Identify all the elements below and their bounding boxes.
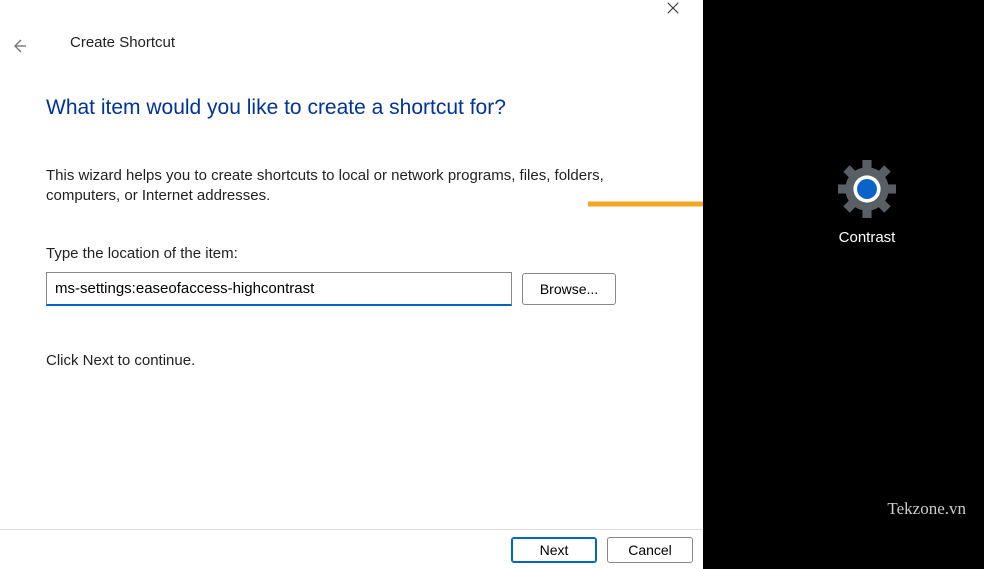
cancel-button[interactable]: Cancel — [607, 537, 693, 563]
location-row: Browse... — [46, 272, 658, 306]
close-button[interactable] — [653, 0, 693, 20]
desktop-shortcut[interactable]: Contrast — [835, 160, 899, 246]
next-button[interactable]: Next — [511, 537, 597, 563]
wizard-footer: Next Cancel — [0, 529, 703, 569]
wizard-helptext: This wizard helps you to create shortcut… — [46, 166, 616, 207]
watermark: Tekzone.vn — [887, 499, 966, 519]
wizard-headline: What item would you like to create a sho… — [46, 96, 658, 120]
desktop-area: Contrast Tekzone.vn — [703, 0, 984, 569]
desktop-shortcut-label: Contrast — [835, 229, 899, 246]
wizard-content: What item would you like to create a sho… — [46, 96, 658, 369]
browse-button[interactable]: Browse... — [522, 273, 616, 305]
arrow-left-icon — [11, 38, 27, 54]
location-input[interactable] — [46, 272, 512, 306]
wizard-dialog: Create Shortcut What item would you like… — [0, 0, 703, 569]
gear-icon — [838, 160, 896, 218]
location-label: Type the location of the item: — [46, 245, 658, 262]
back-button[interactable] — [7, 34, 31, 58]
dialog-title: Create Shortcut — [70, 34, 175, 51]
close-icon — [666, 1, 680, 15]
continue-text: Click Next to continue. — [46, 352, 658, 369]
